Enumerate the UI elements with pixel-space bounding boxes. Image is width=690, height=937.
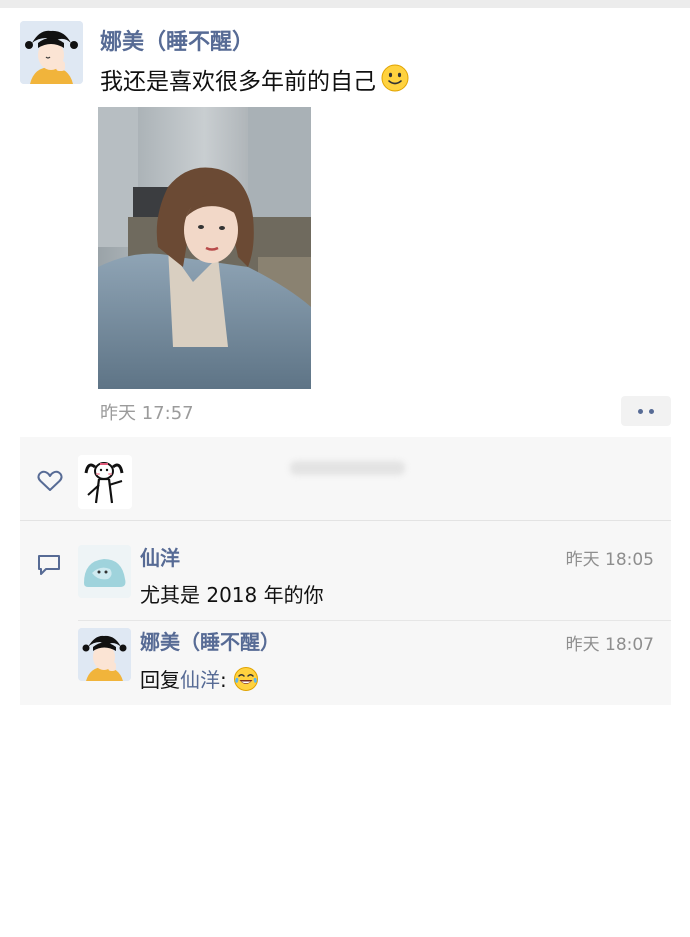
top-bar xyxy=(0,0,690,8)
comment-icon xyxy=(36,553,62,581)
comment-author[interactable]: 娜美（睡不醒） xyxy=(140,626,280,655)
smile-emoji-icon xyxy=(380,63,410,102)
blurred-liker-name xyxy=(290,461,405,475)
heart-icon xyxy=(37,470,63,496)
liker-avatar[interactable] xyxy=(78,455,132,509)
more-dot xyxy=(649,409,654,414)
comment-divider xyxy=(78,620,671,621)
reply-colon: : xyxy=(220,668,227,692)
comment-author[interactable]: 仙洋 xyxy=(140,542,180,571)
interaction-panel: 仙洋 昨天 18:05 尤其是 2018 年的你 娜美（睡不醒） 昨天 18:0… xyxy=(20,437,671,705)
comment-time: 昨天 18:05 xyxy=(565,550,654,570)
reply-target[interactable]: 仙洋 xyxy=(180,668,220,692)
likes-row xyxy=(20,437,671,520)
post-text-content: 我还是喜欢很多年前的自己 xyxy=(100,69,376,95)
more-dots-icon[interactable] xyxy=(621,396,671,426)
post-time: 昨天 17:57 xyxy=(100,403,194,424)
reply-prefix: 回复 xyxy=(140,668,180,692)
post-text: 我还是喜欢很多年前的自己 xyxy=(100,63,410,102)
post-photo[interactable] xyxy=(98,107,311,389)
commenter-avatar[interactable] xyxy=(78,545,131,598)
more-dot xyxy=(638,409,643,414)
laughing-tears-emoji-icon xyxy=(233,666,259,697)
author-avatar[interactable] xyxy=(20,21,83,84)
comment-time: 昨天 18:07 xyxy=(565,635,654,655)
comment-reply-text[interactable]: 回复仙洋: xyxy=(140,664,259,697)
panel-divider xyxy=(20,520,671,521)
comment-text[interactable]: 尤其是 2018 年的你 xyxy=(140,579,324,608)
post-author-name[interactable]: 娜美（睡不醒） xyxy=(100,24,254,56)
commenter-avatar[interactable] xyxy=(78,628,131,681)
